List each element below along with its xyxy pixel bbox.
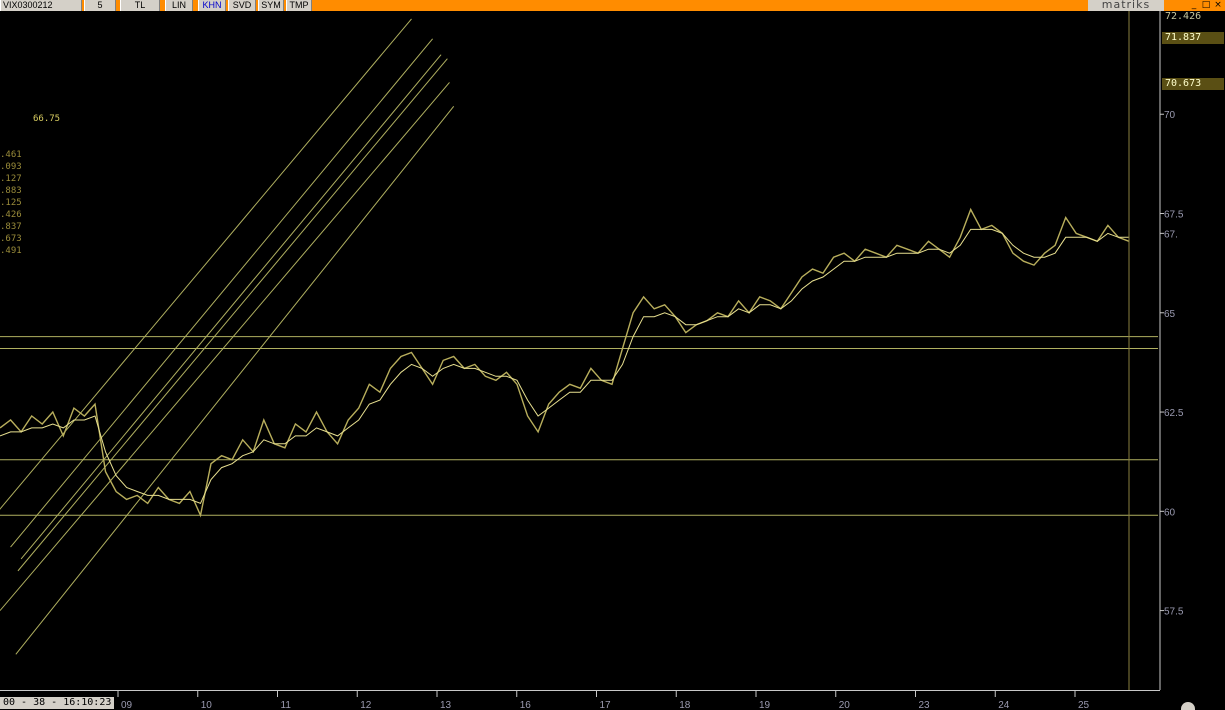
trendline[interactable] [17, 58, 448, 572]
readout-value: .125 [0, 198, 22, 208]
y-axis-ticks: 70 67.5 67. 65 62.5 60 57.5 [1160, 110, 1184, 618]
matriks-logo: matriks [1088, 0, 1164, 11]
price-chart[interactable]: 09 10 11 12 13 16 17 18 19 20 23 24 25 70 67.5 67. 65 62… [0, 0, 1225, 710]
y-tick-label: 57.5 [1164, 607, 1184, 618]
x-tick-label: 25 [1078, 700, 1090, 710]
trendline[interactable] [20, 54, 442, 560]
trendline-button[interactable]: TL [120, 0, 160, 11]
chart-settings-icon[interactable] [1181, 702, 1195, 710]
readout-value: .461 [0, 150, 22, 160]
x-tick-label: 11 [281, 700, 292, 710]
tmp-button[interactable]: TMP [286, 0, 312, 11]
y-tick-label: 70 [1164, 110, 1176, 121]
readout-value: .127 [0, 174, 22, 184]
x-tick-label: 18 [679, 700, 691, 710]
x-tick-label: 13 [440, 700, 452, 710]
x-tick-label: 24 [998, 700, 1010, 710]
y-tick-label: 67. [1164, 229, 1178, 240]
timestamp-readout: 00 - 38 - 16:10:23 [0, 697, 115, 709]
trendline[interactable] [0, 18, 412, 515]
readout-value: .883 [0, 186, 22, 196]
current-value: 66.75 [33, 114, 61, 124]
x-tick-label: 19 [759, 700, 771, 710]
x-axis-ticks: 09 10 11 12 13 16 17 18 19 20 23 24 25 [117, 690, 1090, 710]
price-box-high: 72.426 [1162, 11, 1224, 23]
maximize-icon[interactable]: □ [1200, 0, 1212, 11]
price-line [0, 207, 1130, 518]
y-tick-label: 67.5 [1164, 210, 1184, 221]
y-tick-label: 65 [1164, 309, 1176, 320]
x-tick-label: 12 [360, 700, 372, 710]
horizontal-levels [0, 336, 1158, 516]
khn-button[interactable]: KHN [198, 0, 226, 11]
period-button[interactable]: 5 [84, 0, 116, 11]
x-tick-label: 10 [201, 700, 213, 710]
linear-scale-button[interactable]: LIN [165, 0, 193, 11]
readout-value: .491 [0, 246, 22, 256]
readout-value: .837 [0, 222, 22, 232]
trendline[interactable] [10, 38, 433, 548]
readout-value: .426 [0, 210, 22, 220]
x-tick-label: 17 [600, 700, 612, 710]
y-tick-label: 62.5 [1164, 408, 1184, 419]
x-tick-label: 09 [121, 700, 133, 710]
price-box-low: 70.673 [1162, 78, 1224, 90]
svd-button[interactable]: SVD [228, 0, 256, 11]
y-tick-label: 60 [1164, 507, 1176, 518]
x-tick-label: 20 [839, 700, 851, 710]
readout-value: .093 [0, 162, 22, 172]
symbol-field[interactable]: VIX0300212 [0, 0, 82, 11]
price-series [0, 207, 1130, 518]
readout-value: .673 [0, 234, 22, 244]
x-tick-label: 16 [520, 700, 532, 710]
trendline[interactable] [0, 82, 450, 611]
chart-toolbar: VIX0300212 5 TL LIN KHN SVD SYM TMP matr… [0, 0, 1225, 11]
sym-button[interactable]: SYM [258, 0, 284, 11]
x-tick-label: 23 [919, 700, 931, 710]
minimize-icon[interactable]: _ [1188, 0, 1200, 11]
trendline[interactable] [15, 105, 455, 655]
price-box-mid: 71.837 [1162, 32, 1224, 44]
close-icon[interactable]: × [1212, 0, 1224, 11]
